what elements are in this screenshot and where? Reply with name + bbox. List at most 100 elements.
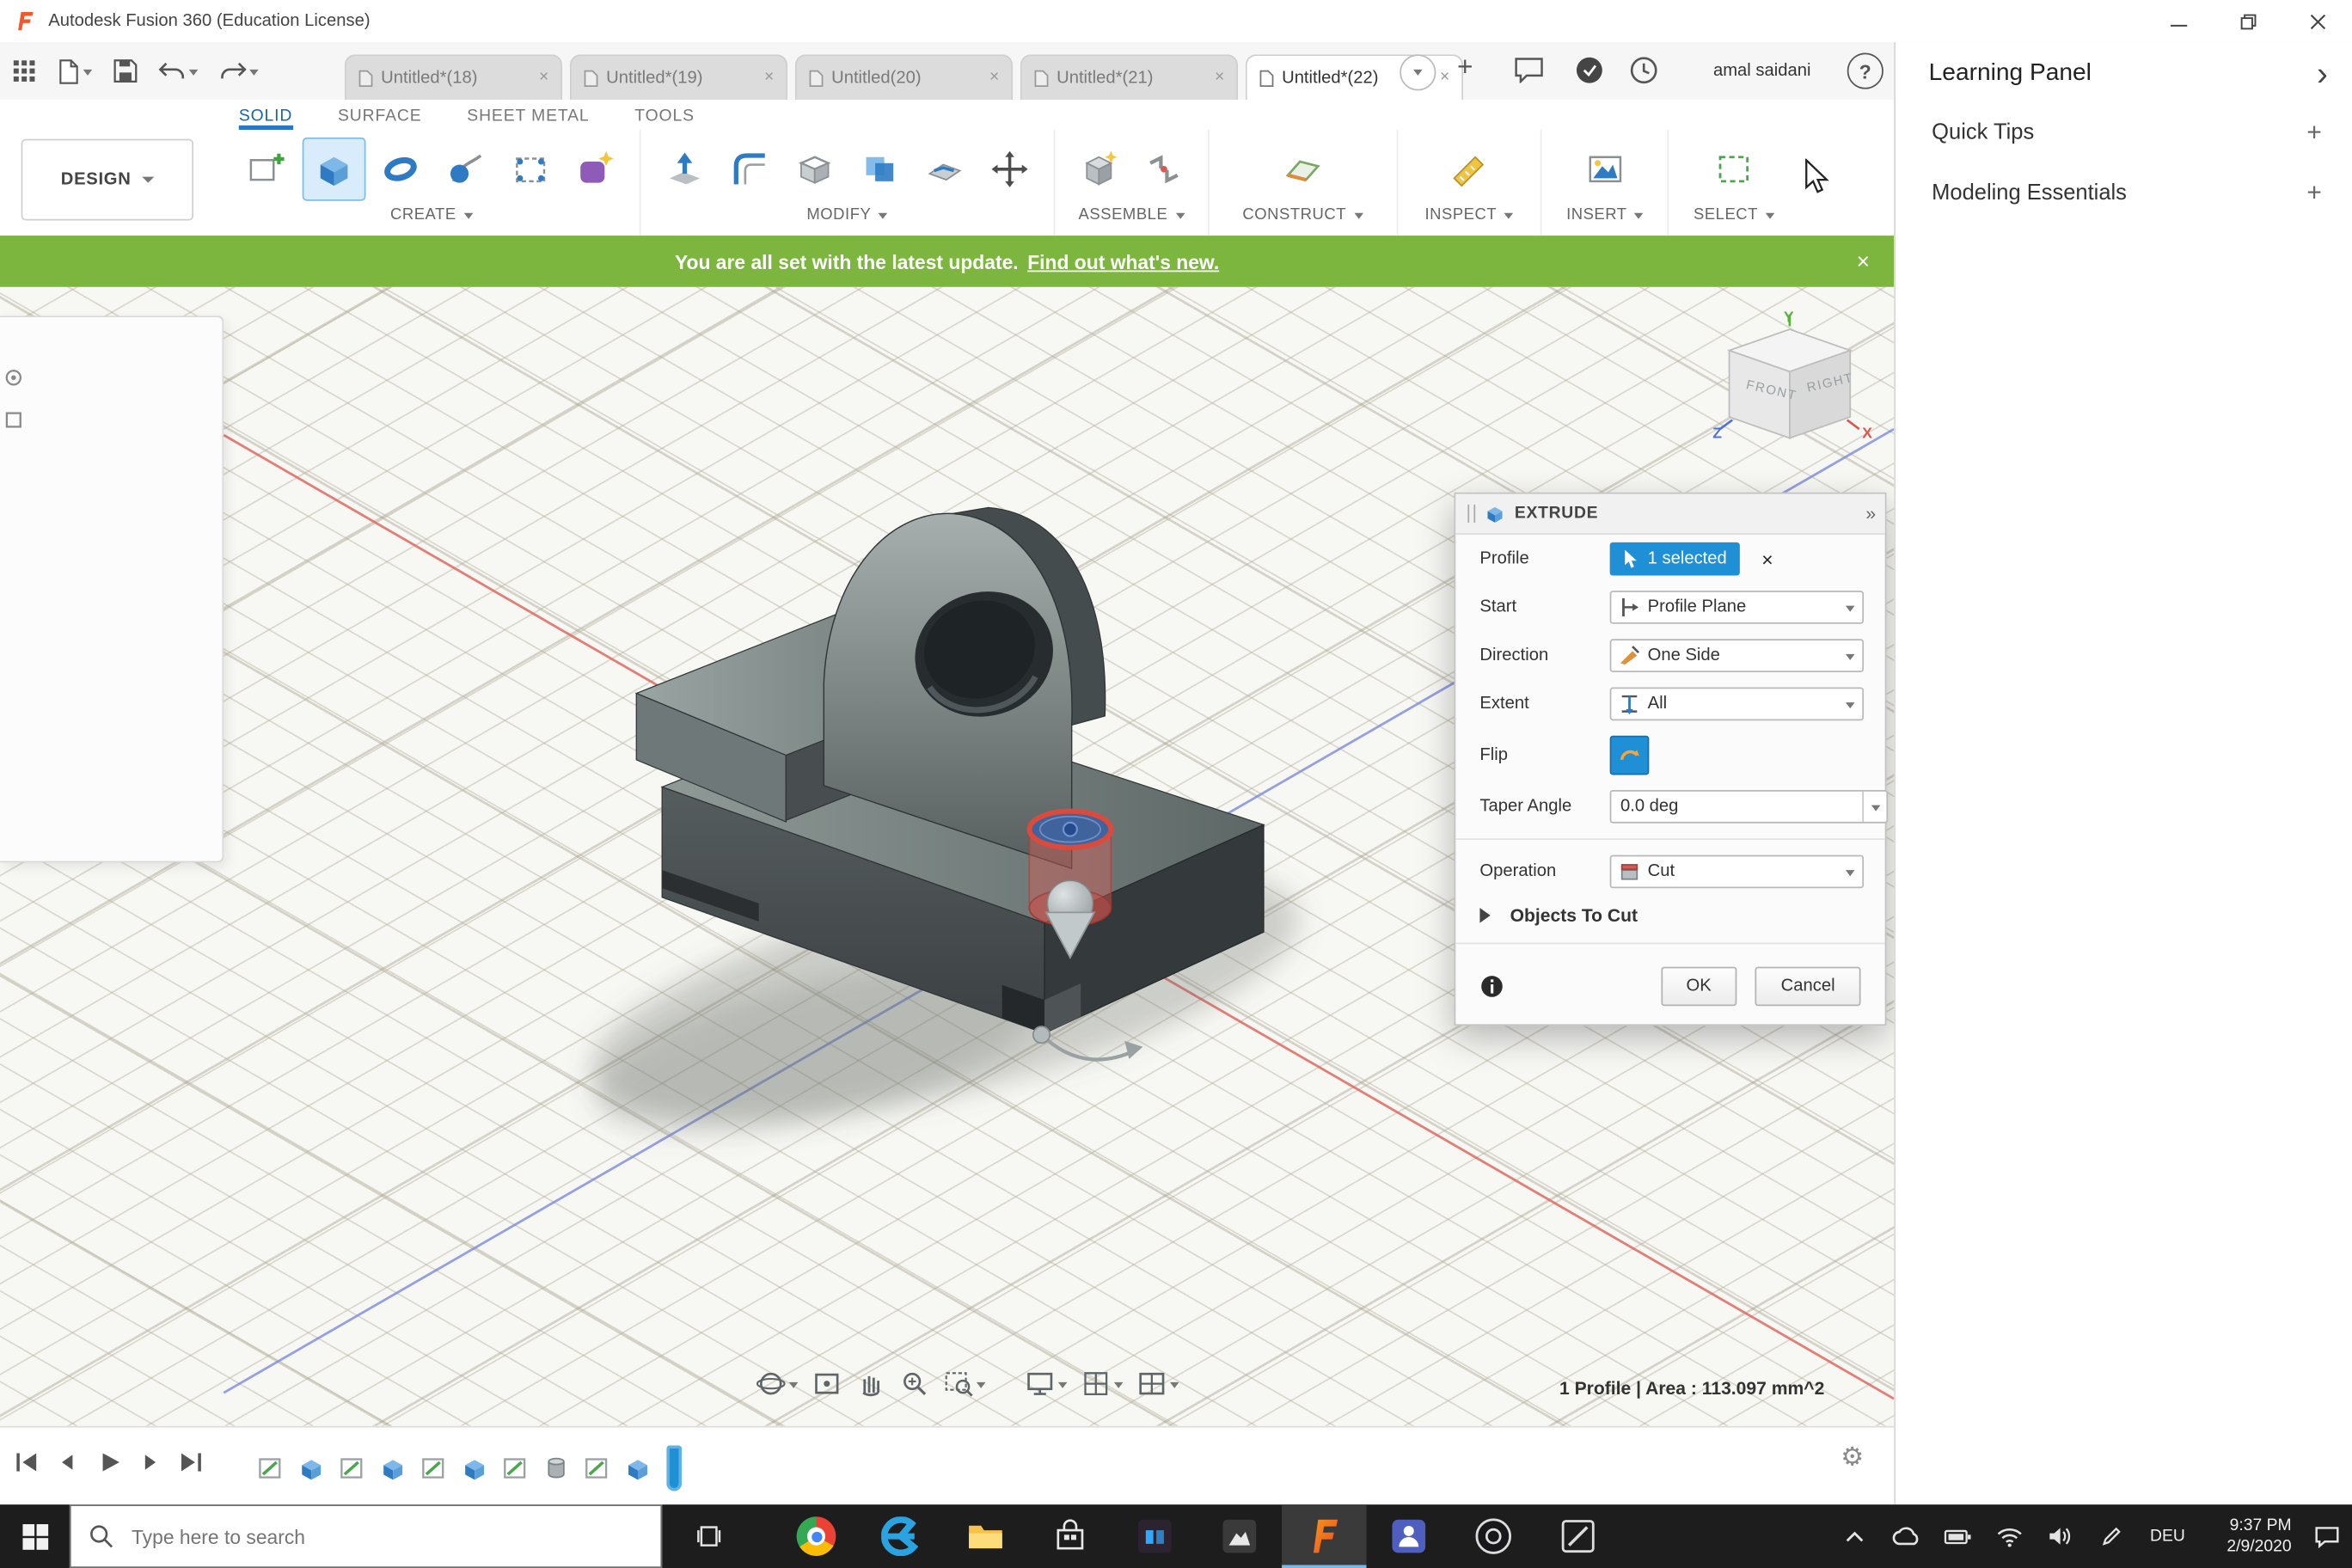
timeline-sketch-feature[interactable]	[499, 1449, 532, 1488]
app-grid-icon[interactable]	[12, 59, 36, 83]
measure-button[interactable]	[1439, 139, 1499, 199]
extrude-dialog[interactable]: EXTRUDE » Profile 1 selected × Start Pro…	[1454, 492, 1889, 1026]
tab-list-button[interactable]	[1400, 54, 1436, 91]
close-icon[interactable]: ×	[989, 69, 999, 86]
flip-toggle-button[interactable]	[1609, 735, 1650, 775]
minimize-button[interactable]	[2143, 0, 2213, 42]
taskbar-app-icon[interactable]	[1197, 1504, 1282, 1568]
undo-button[interactable]	[158, 60, 199, 82]
move-copy-button[interactable]	[979, 139, 1039, 199]
timeline-extrude-feature[interactable]	[377, 1449, 410, 1488]
pattern-button[interactable]	[500, 139, 560, 199]
profile-selected-chip[interactable]: 1 selected	[1609, 542, 1741, 576]
document-tab[interactable]: Untitled(20) ×	[794, 54, 1014, 100]
step-forward-button[interactable]	[134, 1447, 164, 1477]
expand-icon[interactable]: +	[2306, 118, 2321, 148]
taskbar-app-icon[interactable]	[1451, 1504, 1535, 1568]
timeline-sketch-feature[interactable]	[335, 1449, 369, 1488]
chrome-icon[interactable]	[774, 1504, 858, 1568]
edge-icon[interactable]	[859, 1504, 943, 1568]
tab-solid[interactable]: SOLID	[238, 107, 293, 131]
taper-angle-dropdown[interactable]	[1862, 791, 1886, 822]
learning-item-quick-tips[interactable]: Quick Tips +	[1896, 102, 2352, 162]
learning-item-modeling-essentials[interactable]: Modeling Essentials +	[1896, 163, 2352, 224]
clear-selection-icon[interactable]: ×	[1761, 548, 1773, 570]
whats-new-link[interactable]: Find out what's new.	[1027, 250, 1219, 273]
timeline-cylinder-feature[interactable]	[540, 1449, 573, 1488]
volume-icon[interactable]	[2035, 1504, 2086, 1568]
timeline-sketch-feature[interactable]	[254, 1449, 287, 1488]
timeline-sketch-feature[interactable]	[417, 1449, 450, 1488]
teams-icon[interactable]	[1367, 1504, 1451, 1568]
play-button[interactable]	[94, 1447, 124, 1477]
collapse-panel-icon[interactable]: ›	[2317, 57, 2328, 90]
press-pull-button[interactable]	[654, 139, 714, 199]
microsoft-store-icon[interactable]	[1028, 1504, 1112, 1568]
group-dropdown-assemble[interactable]: ASSEMBLE	[1079, 205, 1185, 224]
file-explorer-icon[interactable]	[943, 1504, 1027, 1568]
document-tab[interactable]: Untitled*(21) ×	[1020, 54, 1239, 100]
close-icon[interactable]: ×	[1440, 69, 1449, 86]
go-to-end-button[interactable]	[175, 1447, 205, 1477]
extrude-button[interactable]	[302, 137, 366, 201]
save-icon[interactable]	[113, 59, 138, 83]
comment-icon[interactable]	[1515, 58, 1543, 83]
flyout-icon[interactable]: »	[1865, 503, 1876, 524]
workspace-selector[interactable]: DESIGN	[21, 138, 194, 221]
new-component-button[interactable]	[1069, 139, 1129, 199]
taskbar-app-icon[interactable]	[1535, 1504, 1620, 1568]
tray-chevron-up-icon[interactable]	[1829, 1504, 1881, 1568]
look-at-button[interactable]	[812, 1369, 842, 1399]
onedrive-cloud-icon[interactable]	[1880, 1504, 1932, 1568]
step-back-button[interactable]	[53, 1447, 83, 1477]
close-button[interactable]	[2282, 0, 2352, 42]
display-settings-button[interactable]	[1025, 1369, 1068, 1399]
drag-grip-icon[interactable]	[1467, 504, 1476, 523]
grid-snap-button[interactable]	[1081, 1369, 1124, 1399]
model-viewport[interactable]: FRONT RIGHT Y Z X 1 Profile | Area : 113…	[0, 286, 1895, 1426]
sweep-button[interactable]	[435, 139, 495, 199]
shell-button[interactable]	[785, 139, 845, 199]
cancel-button[interactable]: Cancel	[1755, 966, 1861, 1007]
document-tab[interactable]: Untitled*(19) ×	[569, 54, 788, 100]
document-tab[interactable]: Untitled*(18) ×	[344, 54, 563, 100]
pen-icon[interactable]	[2086, 1504, 2138, 1568]
expand-icon[interactable]: +	[2306, 178, 2321, 208]
fillet-button[interactable]	[720, 139, 780, 199]
task-view-button[interactable]	[674, 1504, 744, 1568]
search-input[interactable]	[128, 1523, 661, 1550]
orbit-button[interactable]	[756, 1369, 799, 1399]
group-dropdown-insert[interactable]: INSERT	[1566, 205, 1644, 224]
timeline-position-marker[interactable]	[666, 1445, 683, 1491]
taskbar-clock[interactable]: 9:37 PM 2/9/2020	[2198, 1515, 2291, 1558]
group-dropdown-modify[interactable]: MODIFY	[806, 205, 888, 224]
tab-tools[interactable]: TOOLS	[634, 107, 695, 130]
combine-button[interactable]	[849, 139, 910, 199]
pan-button[interactable]	[855, 1369, 885, 1399]
select-button[interactable]	[1704, 139, 1764, 199]
direction-dropdown[interactable]: One Side	[1609, 639, 1865, 672]
revolve-button[interactable]	[371, 139, 431, 199]
info-icon[interactable]	[1479, 974, 1504, 998]
taskbar-search[interactable]	[69, 1504, 663, 1568]
tab-surface[interactable]: SURFACE	[338, 107, 422, 130]
objects-to-cut-expander[interactable]: Objects To Cut	[1455, 896, 1884, 935]
user-name[interactable]: amal saidani	[1660, 42, 1811, 100]
insert-canvas-button[interactable]	[1575, 139, 1635, 199]
create-form-button[interactable]	[566, 139, 626, 199]
file-menu-button[interactable]	[58, 58, 93, 84]
job-status-icon[interactable]	[1575, 56, 1603, 84]
wifi-icon[interactable]	[1983, 1504, 2035, 1568]
help-icon[interactable]: ?	[1847, 52, 1883, 89]
operation-dropdown[interactable]: Cut	[1609, 854, 1865, 889]
taper-angle-input[interactable]	[1611, 791, 1863, 822]
group-dropdown-select[interactable]: SELECT	[1694, 205, 1775, 224]
timeline-sketch-feature[interactable]	[580, 1449, 614, 1488]
timeline-extrude-feature[interactable]	[295, 1449, 328, 1488]
extent-dropdown[interactable]: All	[1609, 687, 1865, 721]
notifications-clock-icon[interactable]	[1630, 56, 1658, 84]
viewports-button[interactable]	[1136, 1369, 1179, 1399]
restore-button[interactable]	[2213, 0, 2282, 42]
go-to-start-button[interactable]	[12, 1447, 42, 1477]
dialog-title-bar[interactable]: EXTRUDE »	[1455, 493, 1885, 536]
